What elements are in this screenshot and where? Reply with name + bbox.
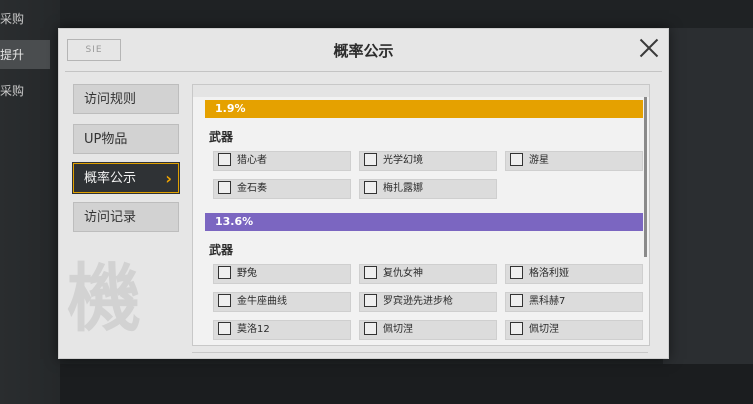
probability-list: 1.9% 武器 猎心者 光学幻境 游星 金石奏 梅扎露娜 13.6% 武器 野兔… — [193, 97, 643, 340]
list-item: 光学幻境 — [359, 151, 497, 171]
section-title: 武器 — [209, 243, 234, 257]
rate-bar-2: 13.6% — [205, 213, 643, 231]
background-bottom — [60, 364, 753, 404]
background-panel — [663, 28, 753, 404]
background-sidebar: 采购 提升 采购 — [0, 0, 60, 404]
weapon-icon — [364, 293, 377, 307]
list-item: 野兔 — [213, 264, 351, 284]
tab-label: 访问规则 — [84, 92, 137, 107]
weapon-icon — [218, 321, 231, 335]
weapon-icon — [364, 152, 377, 166]
list-item: 罗宾逊先进步枪 — [359, 292, 497, 312]
list-item: 金石奏 — [213, 179, 351, 199]
modal-title: 概率公示 — [333, 42, 394, 60]
close-icon[interactable] — [638, 37, 660, 59]
weapon-icon — [218, 293, 231, 307]
list-item: 猎心者 — [213, 151, 351, 171]
list-item: 游星 — [505, 151, 643, 171]
probability-modal: SIE 概率公示 访问规则 UP物品 概率公示 › 访问记录 機 1.9% 武器… — [58, 28, 669, 359]
chevron-right-icon: › — [165, 169, 172, 188]
weapon-icon — [510, 321, 523, 335]
tab-label: UP物品 — [84, 132, 128, 147]
rate-bar-1: 1.9% — [205, 100, 643, 118]
list-item: 佩切涅 — [359, 320, 497, 340]
weapon-icon — [218, 265, 231, 279]
header-divider — [65, 71, 662, 72]
list-item: 梅扎露娜 — [359, 179, 497, 199]
probability-list-panel[interactable]: 1.9% 武器 猎心者 光学幻境 游星 金石奏 梅扎露娜 13.6% 武器 野兔… — [192, 84, 650, 346]
footer-divider — [192, 352, 648, 353]
item-grid: 野兔 复仇女神 格洛利娅 金牛座曲线 罗宾逊先进步枪 黑科赫7 莫洛12 佩切涅… — [213, 264, 643, 340]
decorative-kanji: 機 — [67, 256, 141, 342]
list-item: 佩切涅 — [505, 320, 643, 340]
weapon-icon — [510, 265, 523, 279]
tab-label: 访问记录 — [84, 210, 137, 225]
weapon-icon — [510, 293, 523, 307]
weapon-icon — [364, 321, 377, 335]
bg-menu-item-active: 提升 — [0, 40, 50, 69]
tab-access-rules[interactable]: 访问规则 — [73, 84, 179, 114]
modal-header: SIE 概率公示 — [59, 29, 668, 69]
list-item: 莫洛12 — [213, 320, 351, 340]
scrollbar[interactable] — [644, 97, 647, 257]
weapon-icon — [218, 180, 231, 194]
section-title: 武器 — [209, 130, 234, 144]
tab-up-items[interactable]: UP物品 — [73, 124, 179, 154]
bg-menu-item: 采购 — [0, 12, 25, 26]
tab-label: 概率公示 — [84, 171, 137, 186]
bg-menu-item: 采购 — [0, 84, 25, 98]
list-item: 复仇女神 — [359, 264, 497, 284]
item-grid: 猎心者 光学幻境 游星 金石奏 梅扎露娜 — [213, 151, 643, 199]
list-item: 黑科赫7 — [505, 292, 643, 312]
weapon-icon — [364, 180, 377, 194]
panel-top-strip — [193, 85, 649, 97]
tab-probability[interactable]: 概率公示 › — [73, 163, 179, 193]
weapon-icon — [218, 152, 231, 166]
weapon-icon — [364, 265, 377, 279]
weapon-icon — [510, 152, 523, 166]
tab-access-history[interactable]: 访问记录 — [73, 202, 179, 232]
list-item: 金牛座曲线 — [213, 292, 351, 312]
list-item: 格洛利娅 — [505, 264, 643, 284]
